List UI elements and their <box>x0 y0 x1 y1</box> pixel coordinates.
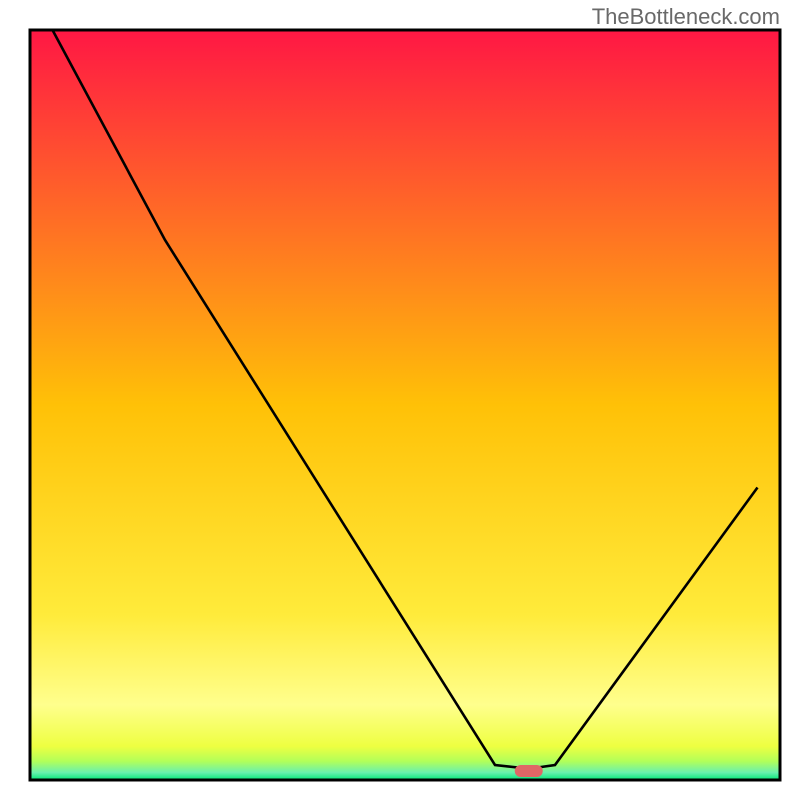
chart-svg <box>0 0 800 800</box>
chart-container: TheBottleneck.com <box>0 0 800 800</box>
optimal-marker <box>515 765 543 777</box>
watermark-text: TheBottleneck.com <box>592 4 780 30</box>
plot-background <box>30 30 780 780</box>
